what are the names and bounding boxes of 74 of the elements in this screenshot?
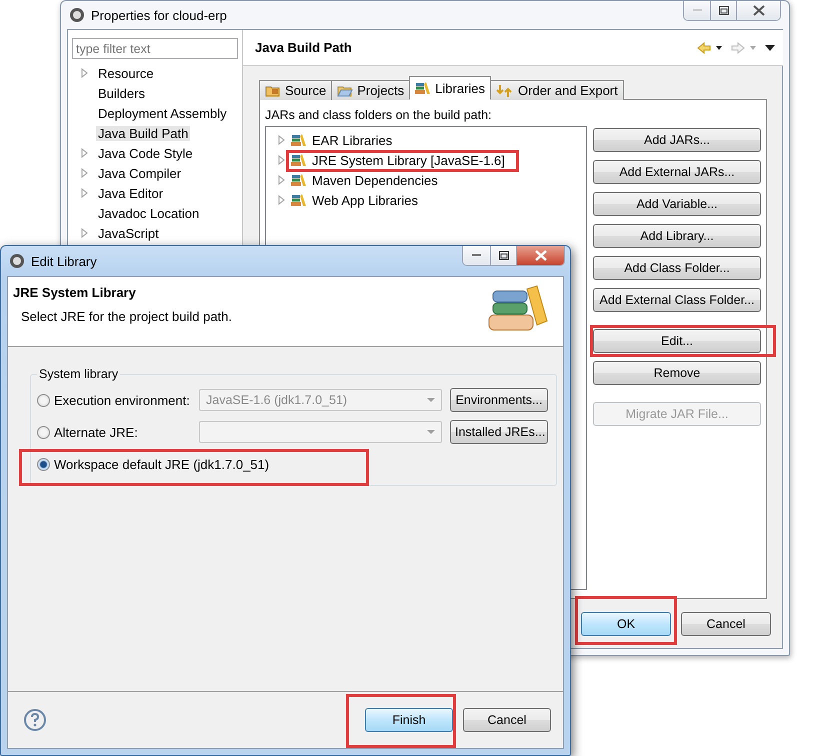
filter-field[interactable]: type filter text <box>72 38 238 59</box>
dialog-button[interactable]: Finish <box>365 708 453 732</box>
radio-button[interactable] <box>37 394 50 406</box>
maximize-icon[interactable] <box>718 6 728 15</box>
radio-button[interactable] <box>37 426 50 438</box>
action-button[interactable]: Add Class Folder... <box>593 256 761 280</box>
dialog-button[interactable]: OK <box>581 612 671 636</box>
dialog-button[interactable]: Cancel <box>681 612 771 636</box>
minimize-button[interactable] <box>463 246 490 265</box>
dialog-button[interactable]: Cancel <box>463 708 551 732</box>
library-icon <box>291 133 307 147</box>
app-icon <box>9 253 25 269</box>
library-icon <box>291 153 307 167</box>
action-button[interactable]: Remove <box>593 361 761 385</box>
minimize-icon[interactable] <box>472 254 481 257</box>
action-button[interactable]: Add Library... <box>593 224 761 248</box>
option-label[interactable]: Execution environment: <box>54 392 199 408</box>
library-item[interactable]: Maven Dependencies <box>312 172 438 188</box>
dropdown-arrow-icon[interactable] <box>427 430 435 434</box>
sidebar-item[interactable]: Java Compiler <box>96 166 184 180</box>
back-arrow-icon[interactable] <box>697 42 725 54</box>
tab[interactable]: Projects <box>331 80 410 100</box>
sidebar-item[interactable]: Deployment Assembly <box>96 106 229 120</box>
group-label: System library <box>38 367 120 381</box>
option-label[interactable]: Workspace default JRE (jdk1.7.0_51) <box>54 456 270 472</box>
close-button[interactable] <box>516 246 564 265</box>
action-button[interactable]: Add External Class Folder... <box>593 288 761 312</box>
library-item[interactable]: JRE System Library [JavaSE-1.6] <box>312 152 505 168</box>
option-label[interactable]: Alternate JRE: <box>54 424 199 440</box>
folder-icon <box>337 84 354 98</box>
sidebar-item[interactable]: Javadoc Location <box>96 206 202 220</box>
window-title: Edit Library <box>31 254 97 268</box>
library-item[interactable]: Web App Libraries <box>312 192 418 208</box>
dropdown-arrow-icon[interactable] <box>427 398 435 402</box>
dialog-button[interactable]: Installed JREs... <box>450 420 548 444</box>
window-title: Properties for cloud-erp <box>91 8 227 22</box>
expand-arrow-icon[interactable] <box>81 68 89 78</box>
sidebar-item[interactable]: JavaScript <box>96 226 161 240</box>
library-icon <box>415 81 432 95</box>
action-button[interactable]: Edit... <box>593 329 761 353</box>
radio-button[interactable] <box>37 458 50 470</box>
books-icon <box>487 285 549 333</box>
package-folder-icon <box>265 84 281 98</box>
build-path-caption: JARs and class folders on the build path: <box>265 108 493 122</box>
tab[interactable]: Libraries <box>409 76 492 100</box>
app-icon <box>69 7 85 23</box>
help-icon[interactable] <box>24 709 46 731</box>
sidebar-item[interactable]: Java Editor <box>96 186 166 200</box>
library-icon <box>291 193 307 207</box>
sidebar-item[interactable]: Resource <box>96 66 156 80</box>
forward-arrow-icon[interactable] <box>731 42 759 54</box>
action-button[interactable]: Add JARs... <box>593 128 761 152</box>
library-item[interactable]: EAR Libraries <box>312 132 392 148</box>
close-icon[interactable] <box>752 5 764 16</box>
order-arrows-icon <box>496 84 514 98</box>
sidebar-item[interactable]: Java Code Style <box>96 146 195 160</box>
action-button[interactable]: Add Variable... <box>593 192 761 216</box>
close-button[interactable] <box>736 1 780 20</box>
menu-caret-icon[interactable] <box>765 44 775 50</box>
dialog-button[interactable]: Environments... <box>450 388 548 412</box>
library-icon <box>291 173 307 187</box>
maximize-button[interactable] <box>490 246 516 265</box>
action-button[interactable]: Add External JARs... <box>593 160 761 184</box>
dialog-heading: JRE System Library <box>13 285 137 300</box>
dialog-description: Select JRE for the project build path. <box>20 309 232 324</box>
maximize-icon[interactable] <box>498 251 508 260</box>
jre-combo[interactable] <box>199 421 442 443</box>
sidebar-item[interactable]: Builders <box>96 86 147 100</box>
tab[interactable]: Order and Export <box>490 80 624 100</box>
page-title: Java Build Path <box>255 40 352 55</box>
tab[interactable]: Source <box>259 80 332 100</box>
maximize-button[interactable] <box>710 1 736 20</box>
sidebar-item[interactable]: Java Build Path <box>96 126 190 140</box>
expand-arrow-icon[interactable] <box>81 228 89 238</box>
